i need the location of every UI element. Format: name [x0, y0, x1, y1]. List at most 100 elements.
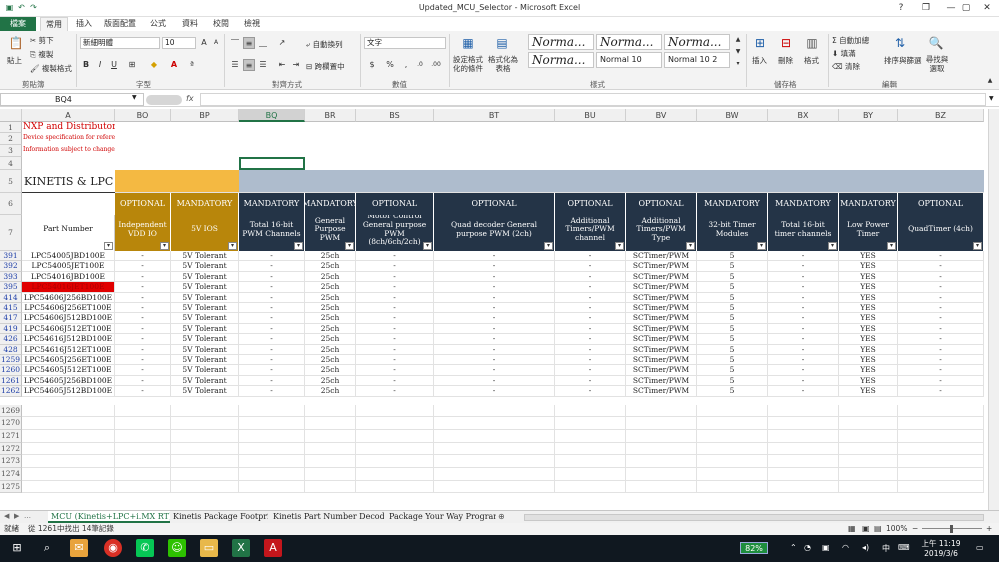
clock[interactable]: 上午 11:19 2019/3/6 — [918, 539, 964, 559]
part-number-cell[interactable]: LPC54605J512BD100E — [22, 386, 115, 397]
row-header[interactable]: 419 — [0, 323, 22, 335]
align-right-icon[interactable]: ☰ — [257, 59, 269, 71]
row-header[interactable]: 1269 — [0, 404, 22, 418]
data-cell[interactable]: 5V Tolerant — [171, 386, 239, 397]
data-cell[interactable]: 25ch — [305, 251, 356, 262]
empty-cell[interactable] — [839, 468, 898, 481]
data-cell[interactable]: 5 — [697, 313, 768, 324]
search-icon[interactable]: ⌕ — [38, 539, 56, 557]
data-cell[interactable]: - — [768, 323, 839, 335]
data-cell[interactable]: - — [356, 375, 434, 387]
fill-button[interactable]: ⬇ 填滿 — [832, 48, 856, 59]
data-cell[interactable]: SCTimer/PWM — [626, 355, 697, 366]
tab-data[interactable]: 資料 — [176, 17, 204, 31]
data-cell[interactable]: - — [555, 334, 626, 345]
empty-cell[interactable] — [555, 442, 626, 456]
empty-cell[interactable] — [626, 404, 697, 418]
empty-cell[interactable] — [434, 404, 555, 418]
data-cell[interactable]: - — [356, 292, 434, 303]
data-cell[interactable]: - — [239, 344, 305, 355]
data-cell[interactable]: - — [898, 313, 984, 324]
filter-dropdown-icon[interactable]: ▾ — [345, 242, 354, 250]
underline-button[interactable]: U — [108, 59, 120, 71]
empty-cell[interactable] — [898, 480, 984, 494]
column-header-bw[interactable]: BW — [697, 109, 768, 122]
row-header[interactable]: 5 — [0, 170, 22, 193]
italic-button[interactable]: I — [94, 59, 106, 71]
data-cell[interactable]: 5 — [697, 365, 768, 376]
data-cell[interactable]: - — [115, 355, 171, 366]
data-cell[interactable]: - — [239, 303, 305, 314]
formula-bar-handle[interactable] — [146, 95, 182, 105]
data-cell[interactable]: - — [434, 334, 555, 345]
data-cell[interactable]: - — [356, 344, 434, 355]
empty-cell[interactable] — [697, 417, 768, 430]
data-cell[interactable]: - — [555, 303, 626, 314]
data-cell[interactable]: - — [898, 303, 984, 314]
styles-more-icon[interactable]: ▾ — [732, 58, 744, 70]
style-normal-2[interactable]: Norma... — [596, 34, 662, 50]
empty-cell[interactable] — [239, 468, 305, 481]
tab-scroll-right-icon[interactable]: ▶ — [14, 512, 19, 520]
data-cell[interactable]: - — [239, 271, 305, 283]
data-cell[interactable]: - — [898, 386, 984, 397]
data-cell[interactable]: - — [356, 355, 434, 366]
data-cell[interactable]: 5V Tolerant — [171, 334, 239, 345]
data-cell[interactable]: - — [555, 261, 626, 272]
zoom-out-icon[interactable]: − — [912, 523, 918, 535]
format-as-table-button[interactable]: 格式化為表格 — [488, 55, 518, 73]
column-header-a[interactable]: A — [22, 109, 115, 122]
collapse-ribbon-icon[interactable]: ▲ — [984, 75, 996, 87]
empty-cell[interactable] — [839, 404, 898, 418]
ribbon-display-icon[interactable]: ❐ — [912, 0, 940, 17]
data-cell[interactable]: SCTimer/PWM — [626, 251, 697, 262]
row-header[interactable]: 393 — [0, 271, 22, 283]
data-cell[interactable]: 5 — [697, 271, 768, 283]
select-all-corner[interactable] — [0, 109, 22, 122]
empty-cell[interactable] — [434, 468, 555, 481]
empty-cell[interactable] — [768, 455, 839, 469]
data-cell[interactable]: - — [434, 323, 555, 335]
new-sheet-icon[interactable]: ⊕ — [498, 512, 505, 521]
row-header[interactable]: 1275 — [0, 480, 22, 494]
empty-cell[interactable] — [898, 417, 984, 430]
empty-cell[interactable] — [626, 468, 697, 481]
empty-cell[interactable] — [898, 468, 984, 481]
empty-cell[interactable] — [356, 468, 434, 481]
data-cell[interactable]: - — [898, 271, 984, 283]
data-cell[interactable]: SCTimer/PWM — [626, 386, 697, 397]
tab-home[interactable]: 常用 — [40, 17, 68, 31]
tab-more-icon[interactable]: … — [24, 512, 31, 520]
ime-indicator[interactable]: 中 — [882, 543, 890, 554]
data-cell[interactable]: - — [115, 344, 171, 355]
data-cell[interactable]: - — [768, 355, 839, 366]
data-cell[interactable]: - — [768, 386, 839, 397]
file-explorer-icon[interactable]: ▭ — [200, 539, 218, 557]
filter-dropdown-icon[interactable]: ▾ — [544, 242, 553, 250]
data-cell[interactable]: - — [356, 303, 434, 314]
row-header[interactable]: 1 — [0, 122, 22, 133]
data-cell[interactable]: - — [898, 251, 984, 262]
empty-cell[interactable] — [768, 468, 839, 481]
network-icon[interactable]: ◔ — [804, 543, 811, 552]
data-cell[interactable]: - — [898, 292, 984, 303]
expand-formula-icon[interactable]: ▼ — [989, 95, 994, 102]
empty-cell[interactable] — [239, 480, 305, 494]
data-cell[interactable]: YES — [839, 344, 898, 355]
data-cell[interactable]: - — [115, 261, 171, 272]
data-cell[interactable]: - — [898, 261, 984, 272]
filter-dropdown-icon[interactable]: ▾ — [294, 242, 303, 250]
empty-cell[interactable] — [305, 480, 356, 494]
data-cell[interactable]: YES — [839, 251, 898, 262]
sort-filter-icon[interactable]: ⇅ — [890, 35, 910, 51]
filter-dropdown-icon[interactable]: ▾ — [828, 242, 837, 250]
fx-icon[interactable]: fx — [186, 94, 194, 103]
data-cell[interactable]: 25ch — [305, 365, 356, 376]
empty-cell[interactable] — [171, 468, 239, 481]
data-cell[interactable]: - — [115, 292, 171, 303]
data-cell[interactable]: 5 — [697, 292, 768, 303]
data-cell[interactable]: - — [768, 261, 839, 272]
row-header[interactable]: 1259 — [0, 355, 22, 366]
excel-icon[interactable]: X — [232, 539, 250, 557]
comma-icon[interactable]: , — [400, 59, 412, 71]
